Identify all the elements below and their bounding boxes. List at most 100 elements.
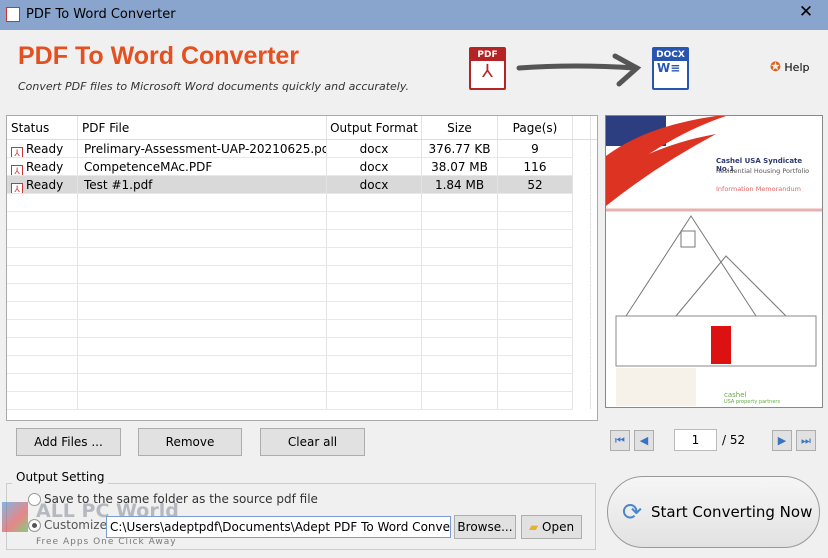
- file-cell: CompetenceMAc.PDF: [78, 158, 327, 175]
- pages-cell: [498, 194, 573, 211]
- size-cell: [422, 230, 498, 247]
- table-row[interactable]: ⅄ Ready Prelimary-Assessment-UAP-20210625.…: [7, 140, 591, 158]
- pages-cell: [498, 284, 573, 301]
- status-cell: [7, 266, 78, 283]
- pdf-icon: ⅄: [11, 183, 23, 193]
- open-button[interactable]: ▰ Open: [521, 515, 582, 539]
- pages-cell: [498, 320, 573, 337]
- status-cell: [7, 374, 78, 391]
- size-cell: 38.07 MB: [422, 158, 498, 175]
- table-header: Status PDF File Output Format Size Page(…: [7, 116, 597, 140]
- table-row[interactable]: [7, 266, 591, 284]
- close-button[interactable]: ✕: [796, 2, 816, 22]
- app-subtitle: Convert PDF files to Microsoft Word docu…: [18, 80, 409, 93]
- next-page-button[interactable]: ▶: [772, 430, 792, 451]
- format-cell: [327, 392, 422, 409]
- pdf-preview: Cashel USA Syndicate No.1 Residential Ho…: [605, 115, 823, 408]
- remove-button[interactable]: Remove: [138, 428, 242, 456]
- format-cell: [327, 230, 422, 247]
- app-title: PDF To Word Converter: [18, 42, 300, 70]
- page-number-input[interactable]: 1: [674, 429, 717, 451]
- file-cell: [78, 392, 327, 409]
- table-row[interactable]: ⅄ Ready CompetenceMAc.PDF docx 38.07 MB 116: [7, 158, 591, 176]
- table-row[interactable]: [7, 212, 591, 230]
- filler-cell: [573, 230, 591, 247]
- title-bar: PDF To Word Converter ✕: [0, 0, 828, 30]
- table-row[interactable]: [7, 194, 591, 212]
- column-filler: [573, 116, 591, 139]
- output-setting-legend: Output Setting: [12, 470, 109, 484]
- column-size[interactable]: Size: [422, 116, 498, 139]
- table-row[interactable]: [7, 302, 591, 320]
- column-output-format[interactable]: Output Format: [327, 116, 422, 139]
- help-button[interactable]: ✪ Help: [770, 60, 809, 75]
- output-path-input[interactable]: C:\Users\adeptpdf\Documents\Adept PDF To…: [106, 516, 451, 538]
- pages-cell: [498, 230, 573, 247]
- pages-cell: [498, 212, 573, 229]
- format-cell: [327, 212, 422, 229]
- docx-file-icon: DOCX W≡: [652, 47, 689, 90]
- table-row[interactable]: [7, 248, 591, 266]
- column-status[interactable]: Status: [7, 116, 78, 139]
- table-row[interactable]: [7, 284, 591, 302]
- lifebuoy-icon: ✪: [770, 60, 781, 75]
- filler-cell: [573, 194, 591, 211]
- filler-cell: [573, 302, 591, 319]
- format-cell: [327, 356, 422, 373]
- status-text: Ready: [26, 160, 64, 174]
- docx-label: DOCX: [654, 49, 687, 61]
- first-page-button[interactable]: ⏮: [610, 430, 630, 451]
- browse-button[interactable]: Browse...: [454, 515, 516, 539]
- file-table[interactable]: Status PDF File Output Format Size Page(…: [6, 115, 598, 421]
- size-cell: 376.77 KB: [422, 140, 498, 157]
- clear-all-button[interactable]: Clear all: [260, 428, 365, 456]
- pages-cell: [498, 338, 573, 355]
- column-pages[interactable]: Page(s): [498, 116, 573, 139]
- status-cell: ⅄ Ready: [7, 158, 78, 175]
- status-cell: [7, 212, 78, 229]
- customize-radio[interactable]: [28, 519, 41, 532]
- status-cell: [7, 230, 78, 247]
- file-cell: [78, 302, 327, 319]
- size-cell: [422, 302, 498, 319]
- pages-cell: 9: [498, 140, 573, 157]
- open-label: Open: [542, 520, 575, 534]
- prev-page-button[interactable]: ◀: [634, 430, 654, 451]
- format-cell: [327, 248, 422, 265]
- pdf-file-icon: PDF ⅄: [469, 47, 506, 90]
- table-row[interactable]: [7, 356, 591, 374]
- size-cell: [422, 374, 498, 391]
- last-page-button[interactable]: ⏭: [796, 430, 816, 451]
- filler-cell: [573, 248, 591, 265]
- add-files-button[interactable]: Add Files ...: [16, 428, 121, 456]
- pages-cell: [498, 356, 573, 373]
- size-cell: [422, 356, 498, 373]
- pages-cell: [498, 374, 573, 391]
- file-cell: [78, 356, 327, 373]
- table-row[interactable]: [7, 230, 591, 248]
- table-row[interactable]: [7, 338, 591, 356]
- file-cell: Test #1.pdf: [78, 176, 327, 193]
- file-cell: [78, 266, 327, 283]
- table-row[interactable]: ⅄ Ready Test #1.pdf docx 1.84 MB 52: [7, 176, 591, 194]
- folder-icon: ▰: [528, 520, 539, 534]
- pdf-label: PDF: [471, 49, 504, 61]
- same-folder-label[interactable]: Save to the same folder as the source pd…: [44, 492, 318, 506]
- pages-cell: 52: [498, 176, 573, 193]
- customize-label[interactable]: Customize: [44, 518, 107, 532]
- page-total: / 52: [722, 433, 746, 447]
- file-cell: [78, 212, 327, 229]
- same-folder-radio[interactable]: [28, 493, 41, 506]
- column-pdf-file[interactable]: PDF File: [78, 116, 327, 139]
- pages-cell: [498, 392, 573, 409]
- pages-cell: 116: [498, 158, 573, 175]
- pages-cell: [498, 248, 573, 265]
- table-row[interactable]: [7, 320, 591, 338]
- start-converting-button[interactable]: ⟳ Start Converting Now: [607, 476, 820, 548]
- status-cell: [7, 356, 78, 373]
- table-row[interactable]: [7, 374, 591, 392]
- pdf-icon: ⅄: [11, 147, 23, 157]
- table-row[interactable]: [7, 392, 591, 410]
- status-cell: [7, 284, 78, 301]
- next-page-icon: ▶: [777, 434, 787, 447]
